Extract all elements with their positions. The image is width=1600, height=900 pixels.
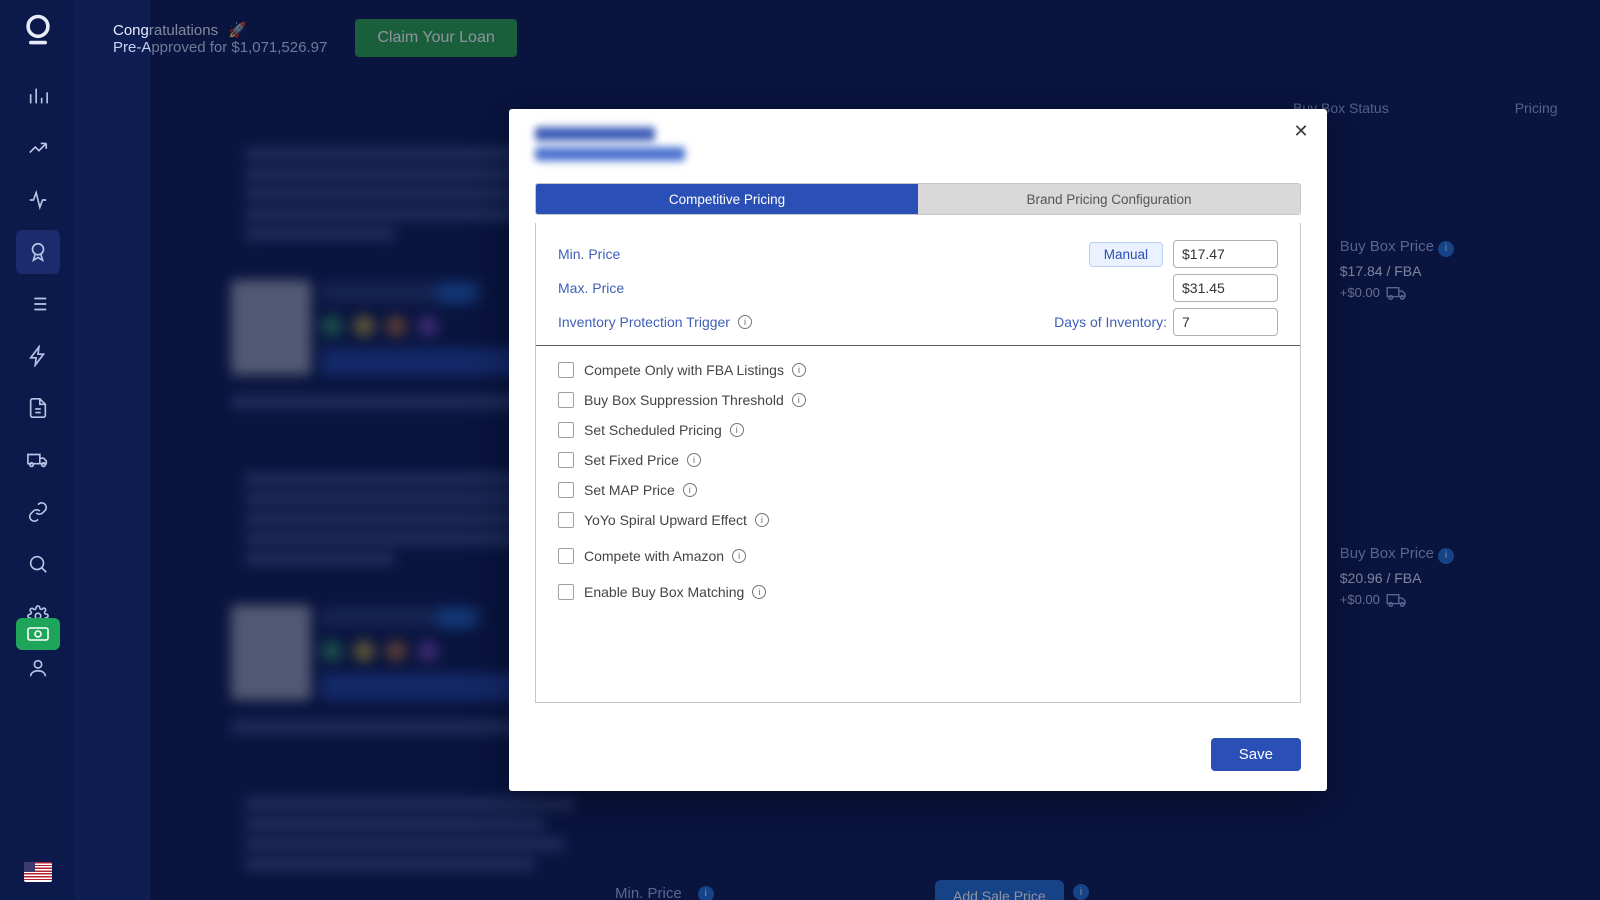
days-of-inventory-input[interactable] [1173, 308, 1278, 336]
info-icon[interactable]: i [683, 483, 697, 497]
checkbox-label: Enable Buy Box Matching [584, 584, 744, 600]
nav-activity-icon[interactable] [16, 178, 60, 222]
max-price-label: Max. Price [558, 280, 624, 296]
checkbox-label: Set Fixed Price [584, 452, 679, 468]
pricing-modal: ✕ Competitive Pricing Brand Pricing Conf… [509, 109, 1327, 791]
checkbox-bb-suppression[interactable] [558, 392, 574, 408]
checkbox-compete-fba[interactable] [558, 362, 574, 378]
days-of-inventory-label: Days of Inventory: [1054, 314, 1167, 330]
info-icon[interactable]: i [755, 513, 769, 527]
checkbox-label: Compete Only with FBA Listings [584, 362, 784, 378]
modal-header-blurred [535, 127, 1327, 167]
nav-trends-icon[interactable] [16, 126, 60, 170]
nav-link-icon[interactable] [16, 490, 60, 534]
nav-document-icon[interactable] [16, 386, 60, 430]
min-price-input[interactable] [1173, 240, 1278, 268]
app-logo[interactable] [18, 10, 58, 50]
manual-button[interactable]: Manual [1089, 242, 1163, 267]
nav-truck-icon[interactable] [16, 438, 60, 482]
checkbox-label: YoYo Spiral Upward Effect [584, 512, 747, 528]
nav-award-icon[interactable] [16, 230, 60, 274]
info-icon[interactable]: i [730, 423, 744, 437]
checkbox-buybox-matching[interactable] [558, 584, 574, 600]
nav-bolt-icon[interactable] [16, 334, 60, 378]
main-content: Congratulations 🚀 Pre-Approved for $1,07… [75, 0, 1600, 900]
info-icon[interactable]: i [732, 549, 746, 563]
checkbox-fixed-price[interactable] [558, 452, 574, 468]
info-icon[interactable]: i [687, 453, 701, 467]
modal-form: Min. Price Manual Max. Price Inventory P… [535, 223, 1301, 703]
info-icon[interactable]: i [792, 363, 806, 377]
info-icon[interactable]: i [792, 393, 806, 407]
locale-flag-us[interactable] [24, 862, 52, 882]
modal-tabs: Competitive Pricing Brand Pricing Config… [535, 183, 1301, 215]
save-button[interactable]: Save [1211, 738, 1301, 771]
checkbox-map-price[interactable] [558, 482, 574, 498]
inventory-trigger-label: Inventory Protection Trigger [558, 314, 730, 330]
info-icon[interactable]: i [738, 315, 752, 329]
tab-competitive-pricing[interactable]: Competitive Pricing [536, 184, 918, 214]
sidebar [0, 0, 75, 900]
nav-list-icon[interactable] [16, 282, 60, 326]
checkbox-label: Set MAP Price [584, 482, 675, 498]
min-price-label: Min. Price [558, 246, 620, 262]
checkbox-label: Buy Box Suppression Threshold [584, 392, 784, 408]
max-price-input[interactable] [1173, 274, 1278, 302]
checkbox-scheduled-pricing[interactable] [558, 422, 574, 438]
checkbox-compete-amazon[interactable] [558, 548, 574, 564]
checkbox-label: Set Scheduled Pricing [584, 422, 722, 438]
nav-search-icon[interactable] [16, 542, 60, 586]
checkbox-label: Compete with Amazon [584, 548, 724, 564]
info-icon[interactable]: i [752, 585, 766, 599]
nav-user-icon[interactable] [16, 646, 60, 690]
tab-brand-pricing[interactable]: Brand Pricing Configuration [918, 184, 1300, 214]
divider [536, 345, 1300, 346]
nav-analytics-icon[interactable] [16, 74, 60, 118]
promo-badge[interactable] [16, 618, 60, 650]
checkbox-yoyo-spiral[interactable] [558, 512, 574, 528]
